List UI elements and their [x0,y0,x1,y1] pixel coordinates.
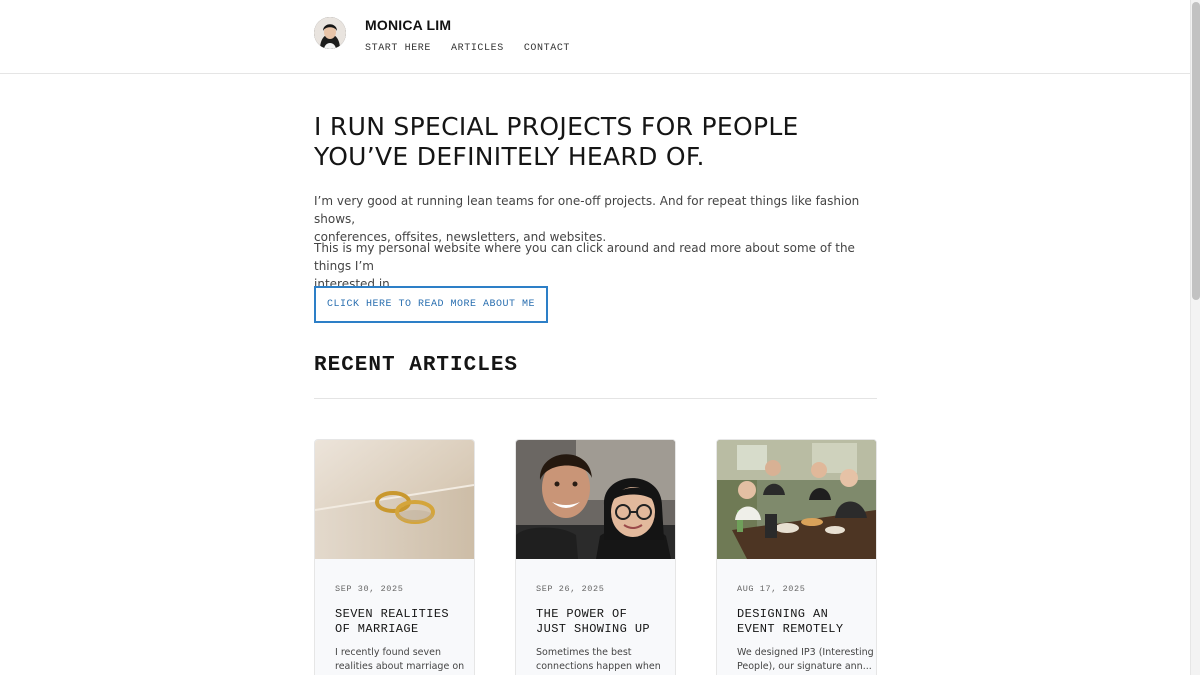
wedding-rings-photo[interactable] [315,440,474,559]
group-dinner-photo[interactable] [717,440,876,559]
article-title[interactable]: DESIGNING AN EVENT REMOTELY [737,607,862,637]
intro-paragraph: I’m very good at running lean teams for … [314,192,874,246]
hero-heading-line: I RUN SPECIAL PROJECTS FOR PEOPLE [314,112,799,141]
site-title[interactable]: MONICA LIM [365,17,451,33]
article-title[interactable]: THE POWER OF JUST SHOWING UP [536,607,661,637]
article-title-line: THE POWER OF [536,607,628,621]
article-excerpt: I recently found seven realities about m… [335,646,465,674]
article-title-line: JUST SHOWING UP [536,622,651,636]
article-date: SEP 26, 2025 [536,584,605,594]
selfie-two-people-photo[interactable] [516,440,675,559]
site-header: MONICA LIM START HERE ARTICLES CONTACT [0,0,1190,74]
article-title-line: SEVEN REALITIES [335,607,450,621]
article-excerpt: Sometimes the best connections happen wh… [536,646,661,674]
article-title-line: DESIGNING AN [737,607,829,621]
article-excerpt: We designed IP3 (Interesting People), ou… [737,646,874,674]
recent-articles-title: RECENT ARTICLES [314,354,519,377]
nav-articles[interactable]: ARTICLES [451,43,504,54]
article-card[interactable]: SEP 30, 2025 SEVEN REALITIES OF MARRIAGE… [314,439,475,675]
main-nav: START HERE ARTICLES CONTACT [365,43,570,54]
article-excerpt-line: connections happen when [536,661,661,672]
article-excerpt-line: realities about marriage on [335,661,465,672]
page-scrollbar[interactable] [1190,0,1200,675]
avatar[interactable] [314,17,346,49]
article-card[interactable]: AUG 17, 2025 DESIGNING AN EVENT REMOTELY… [716,439,877,675]
intro-paragraph: This is my personal website where you ca… [314,239,874,293]
nav-start-here[interactable]: START HERE [365,43,431,54]
nav-contact[interactable]: CONTACT [524,43,570,54]
intro-line: I’m very good at running lean teams for … [314,194,860,226]
article-date: SEP 30, 2025 [335,584,404,594]
article-title-line: OF MARRIAGE [335,622,419,636]
article-card[interactable]: SEP 26, 2025 THE POWER OF JUST SHOWING U… [515,439,676,675]
article-excerpt-line: I recently found seven [335,647,441,658]
intro-line: This is my personal website where you ca… [314,241,855,273]
article-title[interactable]: SEVEN REALITIES OF MARRIAGE [335,607,460,637]
hero-heading-line: YOU’VE DEFINITELY HEARD OF. [314,142,705,171]
read-more-about-me-button[interactable]: CLICK HERE TO READ MORE ABOUT ME [314,286,548,323]
article-excerpt-line: People), our signature ann... [737,661,872,672]
hero-heading: I RUN SPECIAL PROJECTS FOR PEOPLE YOU’VE… [314,112,874,172]
article-date: AUG 17, 2025 [737,584,806,594]
article-title-line: EVENT REMOTELY [737,622,844,636]
article-excerpt-line: We designed IP3 (Interesting [737,647,874,658]
scrollbar-thumb[interactable] [1192,2,1200,300]
article-excerpt-line: Sometimes the best [536,647,632,658]
section-divider [314,398,877,399]
